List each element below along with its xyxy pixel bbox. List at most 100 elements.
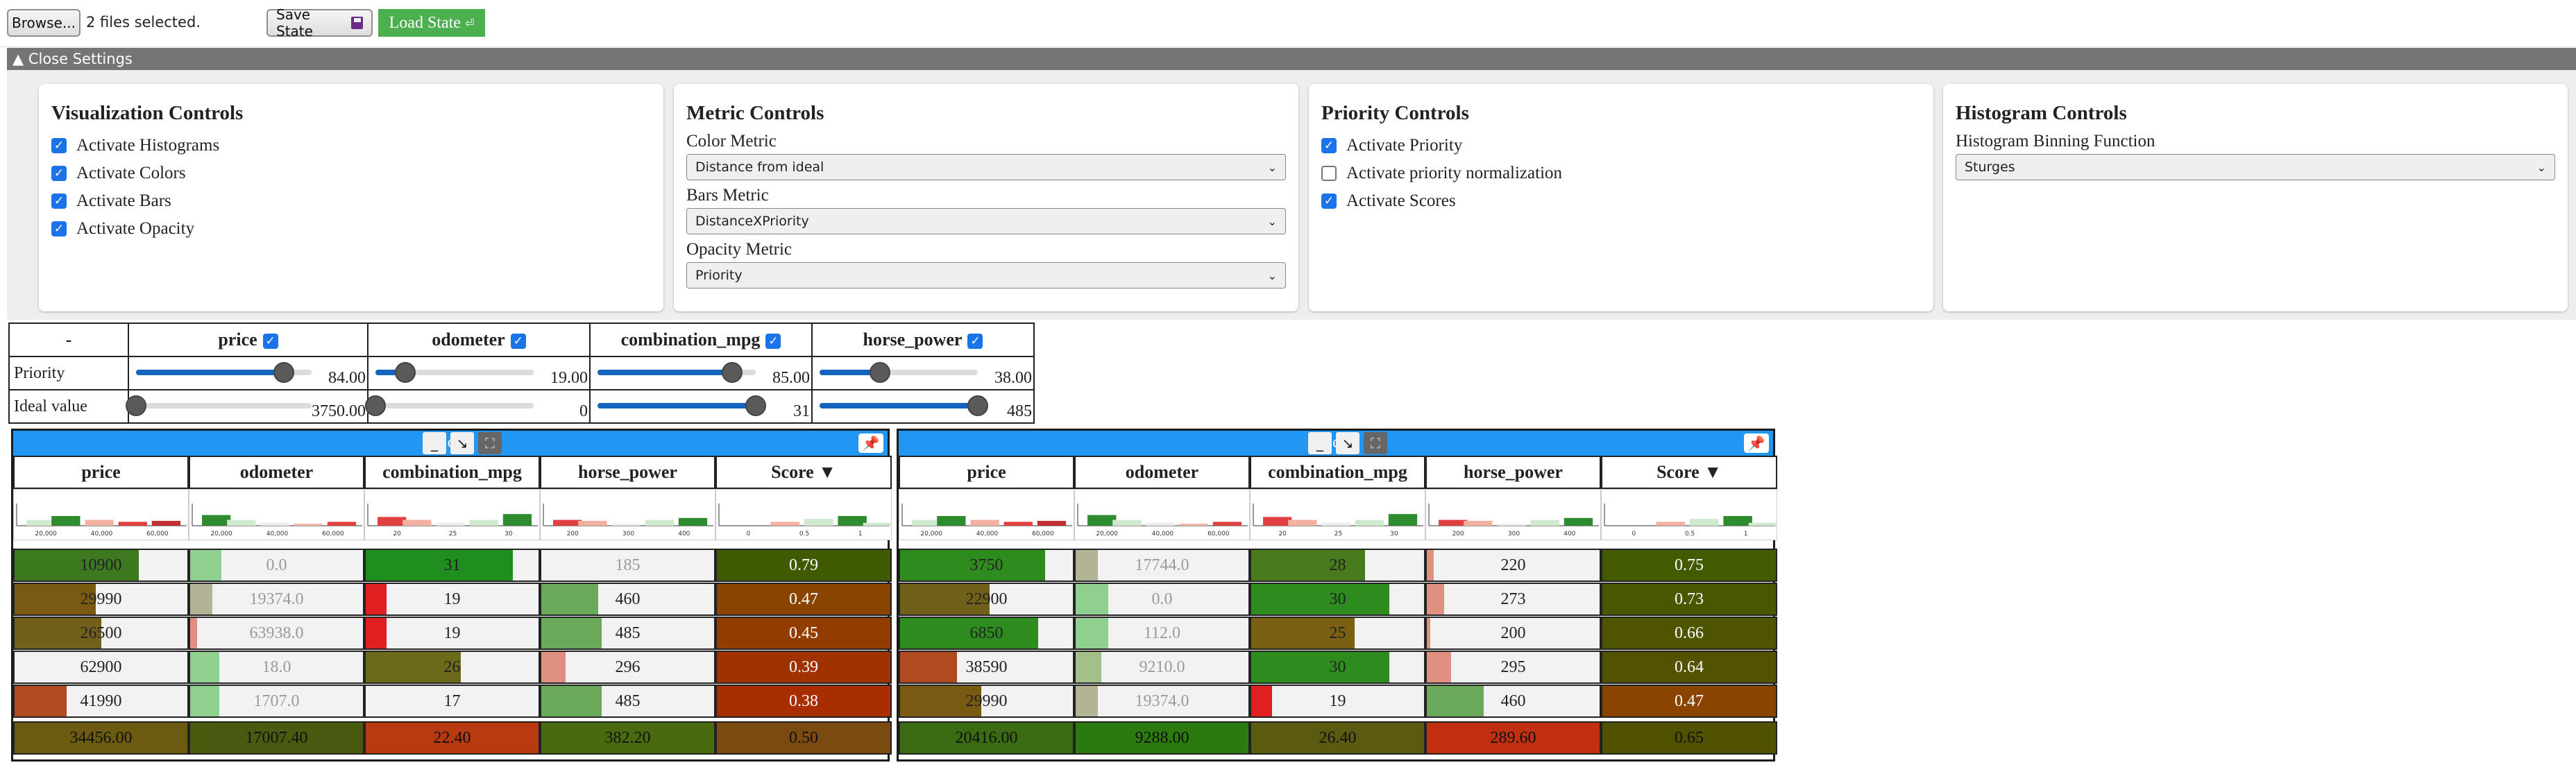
ideal-slider[interactable] bbox=[365, 395, 534, 416]
data-cell[interactable]: 19 bbox=[364, 617, 540, 650]
save-state-button[interactable]: Save State bbox=[266, 6, 373, 40]
binning-function-select[interactable]: Sturges ⌄ bbox=[1956, 154, 2555, 180]
data-cell[interactable]: 25 bbox=[1250, 617, 1425, 650]
column-enable-checkbox[interactable]: ✓ bbox=[510, 334, 526, 350]
slider-thumb[interactable] bbox=[869, 362, 890, 383]
score-cell[interactable]: 0.47 bbox=[1601, 685, 1777, 718]
column-enable-checkbox[interactable]: ✓ bbox=[967, 334, 983, 350]
priority-slider[interactable] bbox=[136, 362, 312, 383]
data-cell[interactable]: 28 bbox=[1250, 549, 1425, 582]
data-cell[interactable]: 3750 bbox=[899, 549, 1074, 582]
maximize-button[interactable]: ⛶ bbox=[1364, 432, 1387, 454]
data-cell[interactable]: 1707.0 bbox=[189, 685, 364, 718]
slider-thumb[interactable] bbox=[365, 395, 386, 416]
panel-header[interactable]: B.csv_↘⛶📌 bbox=[899, 431, 1773, 456]
column-header[interactable]: price bbox=[13, 456, 189, 489]
data-cell[interactable]: 460 bbox=[540, 583, 715, 616]
priority-slider[interactable] bbox=[598, 362, 756, 383]
data-cell[interactable]: 19 bbox=[1250, 685, 1425, 718]
ideal-slider[interactable] bbox=[598, 395, 766, 416]
slider-thumb[interactable] bbox=[721, 362, 743, 383]
data-cell[interactable]: 485 bbox=[540, 685, 715, 718]
score-sort-header[interactable]: Score ▼ bbox=[1601, 456, 1777, 489]
maximize-button[interactable]: ⛶ bbox=[478, 432, 502, 454]
checkbox-row[interactable]: ✓ Activate Colors bbox=[51, 160, 651, 187]
slider-thumb[interactable] bbox=[745, 395, 766, 416]
data-cell[interactable]: 273 bbox=[1425, 583, 1601, 616]
score-cell[interactable]: 0.39 bbox=[715, 651, 892, 684]
pin-icon[interactable]: 📌 bbox=[1744, 433, 1769, 453]
data-cell[interactable]: 22900 bbox=[899, 583, 1074, 616]
data-cell[interactable]: 17 bbox=[364, 685, 540, 718]
column-enable-checkbox[interactable]: ✓ bbox=[765, 334, 781, 350]
column-header[interactable]: odometer bbox=[1074, 456, 1250, 489]
column-enable-checkbox[interactable]: ✓ bbox=[262, 334, 278, 350]
ideal-slider[interactable] bbox=[820, 395, 988, 416]
data-cell[interactable]: 200 bbox=[1425, 617, 1601, 650]
checkbox-row[interactable]: Activate priority normalization bbox=[1321, 160, 1921, 187]
score-cell[interactable]: 0.64 bbox=[1601, 651, 1777, 684]
score-sort-header[interactable]: Score ▼ bbox=[715, 456, 892, 489]
column-header[interactable]: odometer bbox=[189, 456, 364, 489]
data-cell[interactable]: 0.0 bbox=[1074, 583, 1250, 616]
score-cell[interactable]: 0.47 bbox=[715, 583, 892, 616]
checkbox-checked[interactable]: ✓ bbox=[51, 138, 67, 153]
ideal-slider[interactable] bbox=[126, 395, 312, 416]
checkbox-row[interactable]: ✓ Activate Histograms bbox=[51, 132, 651, 160]
data-cell[interactable]: 62900 bbox=[13, 651, 189, 684]
data-cell[interactable]: 296 bbox=[540, 651, 715, 684]
data-cell[interactable]: 19374.0 bbox=[189, 583, 364, 616]
data-cell[interactable]: 30 bbox=[1250, 651, 1425, 684]
panel-header[interactable]: A.csv_↘⛶📌 bbox=[13, 431, 888, 456]
pin-icon[interactable]: 📌 bbox=[858, 433, 883, 453]
minimize-button[interactable]: _ bbox=[423, 432, 446, 454]
load-state-button[interactable]: Load State ⏎ bbox=[378, 9, 485, 37]
data-cell[interactable]: 460 bbox=[1425, 685, 1601, 718]
data-cell[interactable]: 6850 bbox=[899, 617, 1074, 650]
data-cell[interactable]: 18.0 bbox=[189, 651, 364, 684]
data-cell[interactable]: 19374.0 bbox=[1074, 685, 1250, 718]
data-cell[interactable]: 9210.0 bbox=[1074, 651, 1250, 684]
data-cell[interactable]: 295 bbox=[1425, 651, 1601, 684]
slider-thumb[interactable] bbox=[273, 362, 294, 383]
column-header[interactable]: price bbox=[899, 456, 1074, 489]
color-metric-select[interactable]: Distance from ideal ⌄ bbox=[686, 154, 1286, 180]
data-cell[interactable]: 10900 bbox=[13, 549, 189, 582]
minimize-button[interactable]: _ bbox=[1308, 432, 1332, 454]
score-cell[interactable]: 0.66 bbox=[1601, 617, 1777, 650]
column-header[interactable]: horse_power bbox=[1425, 456, 1601, 489]
data-cell[interactable]: 29990 bbox=[899, 685, 1074, 718]
data-cell[interactable]: 30 bbox=[1250, 583, 1425, 616]
data-cell[interactable]: 185 bbox=[540, 549, 715, 582]
data-cell[interactable]: 112.0 bbox=[1074, 617, 1250, 650]
slider-thumb[interactable] bbox=[967, 395, 988, 416]
browse-button[interactable]: Browse... bbox=[7, 9, 80, 37]
checkbox-row[interactable]: ✓ Activate Scores bbox=[1321, 187, 1921, 215]
data-cell[interactable]: 26 bbox=[364, 651, 540, 684]
slider-thumb[interactable] bbox=[395, 362, 416, 383]
restore-button[interactable]: ↘ bbox=[1336, 432, 1359, 454]
priority-slider[interactable] bbox=[820, 362, 978, 383]
data-cell[interactable]: 0.0 bbox=[189, 549, 364, 582]
data-cell[interactable]: 31 bbox=[364, 549, 540, 582]
checkbox-checked[interactable]: ✓ bbox=[1321, 138, 1337, 153]
score-cell[interactable]: 0.73 bbox=[1601, 583, 1777, 616]
data-cell[interactable]: 63938.0 bbox=[189, 617, 364, 650]
data-cell[interactable]: 19 bbox=[364, 583, 540, 616]
slider-thumb[interactable] bbox=[126, 395, 146, 416]
data-cell[interactable]: 41990 bbox=[13, 685, 189, 718]
column-header[interactable]: combination_mpg bbox=[1250, 456, 1425, 489]
checkbox-checked[interactable]: ✓ bbox=[51, 221, 67, 237]
checkbox-row[interactable]: ✓ Activate Priority bbox=[1321, 132, 1921, 160]
checkbox-checked[interactable]: ✓ bbox=[1321, 194, 1337, 209]
score-cell[interactable]: 0.75 bbox=[1601, 549, 1777, 582]
data-cell[interactable]: 17744.0 bbox=[1074, 549, 1250, 582]
restore-button[interactable]: ↘ bbox=[450, 432, 474, 454]
column-header[interactable]: horse_power bbox=[540, 456, 715, 489]
data-cell[interactable]: 29990 bbox=[13, 583, 189, 616]
score-cell[interactable]: 0.79 bbox=[715, 549, 892, 582]
opacity-metric-select[interactable]: Priority ⌄ bbox=[686, 262, 1286, 289]
priority-slider[interactable] bbox=[375, 362, 534, 383]
bars-metric-select[interactable]: DistanceXPriority ⌄ bbox=[686, 208, 1286, 234]
close-settings-toggle[interactable]: ▲ Close Settings bbox=[7, 48, 2576, 70]
